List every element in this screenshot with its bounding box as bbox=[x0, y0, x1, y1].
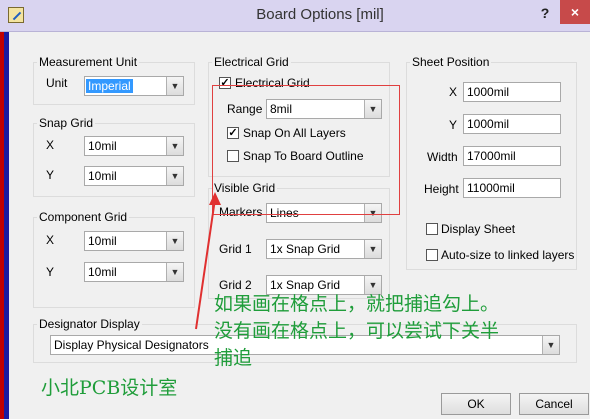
annotation-line-2: 没有画在格点上，可以尝试下关半 bbox=[214, 320, 500, 342]
annotation-line-1: 如果画在格点上，就把捕追勾上。 bbox=[214, 293, 500, 315]
watermark-text: 小北PCB设计室 bbox=[41, 377, 178, 399]
title-bar: Board Options [mil] ? × bbox=[0, 0, 590, 32]
window-title: Board Options [mil] bbox=[256, 6, 384, 23]
annotation-line-3: 捕追 bbox=[214, 347, 253, 369]
dialog-body: Measurement Unit Unit Imperial ▼ Snap Gr… bbox=[9, 32, 590, 419]
app-icon bbox=[8, 7, 24, 23]
close-button[interactable]: × bbox=[560, 0, 590, 24]
help-button[interactable]: ? bbox=[534, 5, 556, 25]
annotation-arrow bbox=[195, 192, 221, 330]
